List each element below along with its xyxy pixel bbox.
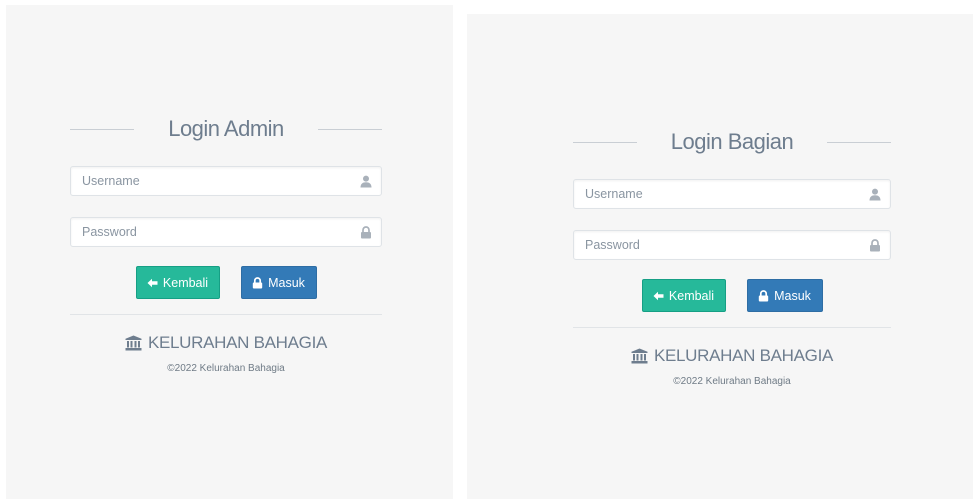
username-field[interactable] — [70, 166, 382, 196]
user-icon — [360, 175, 372, 188]
password-field[interactable] — [573, 230, 891, 260]
copyright: ©2022 Kelurahan Bahagia — [673, 376, 791, 387]
login-button-label: Masuk — [774, 288, 811, 303]
title-divider-right — [318, 128, 382, 130]
password-input[interactable] — [574, 231, 890, 259]
lock-icon — [870, 239, 880, 252]
username-field[interactable] — [573, 179, 891, 209]
lock-icon — [361, 226, 371, 239]
user-icon — [869, 188, 881, 201]
admin-button-row: Kembali Masuk — [70, 266, 382, 299]
bagian-login-panel: Login Bagian Kembali — [467, 14, 973, 499]
page-title: Login Admin — [168, 116, 284, 141]
back-button[interactable]: Kembali — [135, 266, 220, 299]
brand: KELURAHAN BAHAGIA — [573, 346, 891, 366]
title-divider-left — [573, 141, 637, 143]
divider — [70, 314, 382, 315]
page-title: Login Bagian — [670, 129, 794, 154]
brand-name: KELURAHAN BAHAGIA — [147, 333, 328, 352]
back-button-label: Kembali — [668, 288, 715, 303]
bagian-title-row: Login Bagian — [573, 126, 891, 158]
admin-login-panel: Login Admin Kembali — [6, 5, 453, 499]
password-field[interactable] — [70, 217, 382, 247]
lock-icon — [758, 289, 769, 301]
username-input[interactable] — [71, 167, 381, 195]
brand-name: KELURAHAN BAHAGIA — [653, 346, 834, 365]
brand: KELURAHAN BAHAGIA — [70, 333, 382, 353]
arrow-left-icon — [147, 278, 158, 287]
back-button[interactable]: Kembali — [641, 279, 726, 312]
back-button-label: Kembali — [162, 275, 209, 290]
username-input[interactable] — [574, 180, 890, 208]
admin-login-form: Login Admin Kembali — [70, 113, 382, 374]
title-divider-right — [826, 141, 891, 143]
login-button[interactable]: Masuk — [240, 266, 317, 299]
bank-icon — [125, 335, 142, 351]
divider — [573, 327, 891, 328]
copyright: ©2022 Kelurahan Bahagia — [167, 363, 285, 374]
lock-icon — [252, 276, 263, 288]
bagian-login-form: Login Bagian Kembali — [573, 126, 891, 387]
admin-title-row: Login Admin — [70, 113, 382, 145]
title-divider-left — [70, 128, 134, 130]
login-button-label: Masuk — [268, 275, 305, 290]
arrow-left-icon — [653, 291, 664, 300]
bank-icon — [631, 348, 648, 364]
bagian-button-row: Kembali Masuk — [573, 279, 891, 312]
login-button[interactable]: Masuk — [746, 279, 823, 312]
password-input[interactable] — [71, 218, 381, 246]
